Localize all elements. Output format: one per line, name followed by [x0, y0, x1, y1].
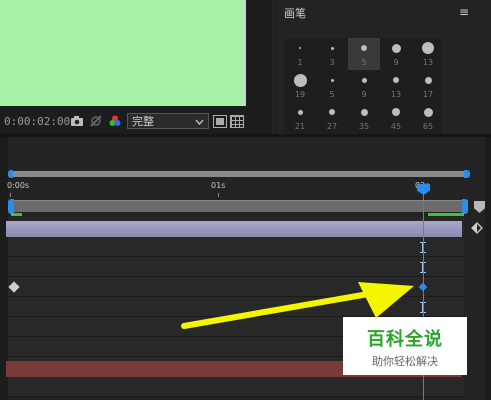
brush-dot — [393, 77, 399, 83]
region-of-interest-icon[interactable] — [213, 114, 227, 128]
current-timecode[interactable]: 0:00:02:00 — [0, 115, 70, 128]
resolution-value: 完整 — [132, 115, 154, 128]
brush-preset[interactable]: 35 — [348, 102, 380, 134]
brush-dot — [293, 73, 307, 87]
brush-preset[interactable]: 3 — [316, 38, 348, 70]
viewer-toolbar: 0:00:02:00 完整 — [0, 110, 272, 132]
cache-indicator — [428, 213, 464, 216]
brush-preset[interactable]: 65 — [412, 102, 444, 134]
track-row — [8, 257, 464, 277]
brush-preview — [330, 70, 334, 90]
brush-dot — [424, 76, 432, 84]
canvas-edge — [244, 0, 246, 106]
brush-preview — [299, 38, 301, 58]
brush-size-label: 19 — [294, 90, 306, 99]
work-area-end-handle[interactable] — [462, 199, 468, 214]
brush-preview — [361, 70, 367, 90]
time-ruler[interactable]: 0:00s 01s 02s — [7, 177, 470, 199]
brush-size-label: 17 — [422, 90, 434, 99]
brush-dot — [392, 108, 400, 116]
brush-preset[interactable]: 21 — [284, 102, 316, 134]
brush-size-label: 65 — [422, 122, 434, 131]
brush-dot — [330, 78, 334, 82]
watermark-logo: 百科全说 助你轻松解决 — [343, 317, 467, 375]
ruler-label: 01s — [211, 181, 226, 190]
brush-size-label: 45 — [390, 122, 402, 131]
track-row — [8, 237, 464, 257]
brush-preview — [392, 102, 400, 122]
brush-size-label: 13 — [390, 90, 402, 99]
brush-preview — [393, 70, 399, 90]
brush-preset[interactable]: 5 — [316, 70, 348, 102]
ruler-label: 0:00s — [7, 181, 30, 190]
brush-preview — [329, 102, 335, 122]
brush-dot — [329, 109, 335, 115]
show-snapshot-icon[interactable] — [88, 113, 104, 129]
brush-dot — [422, 42, 434, 54]
brush-dot — [299, 47, 301, 49]
watermark-title: 百科全说 — [367, 329, 443, 350]
brush-preset[interactable]: 5 — [348, 38, 380, 70]
brush-dot — [297, 109, 303, 115]
brush-preview — [424, 70, 432, 90]
keyframe-navigator-icon[interactable] — [470, 221, 484, 235]
brush-size-label: 1 — [297, 58, 303, 67]
brush-preview — [360, 102, 368, 122]
composition-canvas[interactable] — [0, 0, 244, 106]
work-area-start-handle[interactable] — [8, 199, 14, 214]
brush-preview — [297, 102, 303, 122]
brush-preset[interactable]: 1 — [284, 38, 316, 70]
brush-dot — [423, 107, 433, 117]
brush-dot — [361, 45, 367, 51]
brush-preview — [293, 70, 307, 90]
brush-size-label: 9 — [393, 58, 399, 67]
brush-dot — [330, 46, 334, 50]
brush-preview — [361, 38, 367, 58]
brush-preview — [391, 38, 401, 58]
composition-viewer: 0:00:02:00 完整 — [0, 0, 272, 134]
comp-end-marker[interactable] — [474, 201, 485, 213]
after-effects-window: 0:00:02:00 完整 画笔 ≡ 1 3 5 9 13 19 5 9 13 17 21 27 35 4… — [0, 0, 491, 400]
brush-preview — [423, 102, 433, 122]
cache-indicator — [11, 213, 22, 216]
brush-preset[interactable]: 13 — [412, 38, 444, 70]
camera-icon[interactable] — [69, 113, 85, 129]
brush-dot — [361, 77, 367, 83]
brush-preset[interactable]: 45 — [380, 102, 412, 134]
brush-preset[interactable]: 17 — [412, 70, 444, 102]
ruler-tick — [218, 193, 219, 197]
transparency-grid-icon[interactable] — [230, 114, 244, 128]
brush-size-label: 13 — [422, 58, 434, 67]
brush-preset[interactable]: 9 — [380, 38, 412, 70]
brush-dot — [360, 108, 368, 116]
watermark-subtitle: 助你轻松解决 — [372, 355, 438, 368]
brush-size-label: 5 — [329, 90, 335, 99]
brush-dot — [391, 43, 401, 53]
brush-size-label: 21 — [294, 122, 306, 131]
brush-preset-grid: 1 3 5 9 13 19 5 9 13 17 21 27 35 45 65 — [284, 38, 442, 134]
brush-preview — [330, 38, 334, 58]
brush-preset[interactable]: 19 — [284, 70, 316, 102]
brush-preset[interactable]: 27 — [316, 102, 348, 134]
brush-preset[interactable]: 13 — [380, 70, 412, 102]
color-channels-icon[interactable] — [107, 113, 123, 129]
panel-title: 画笔 — [284, 7, 306, 20]
brush-size-label: 27 — [326, 122, 338, 131]
track-row — [8, 377, 464, 397]
work-area-bar[interactable] — [9, 200, 468, 212]
brush-size-label: 35 — [358, 122, 370, 131]
brush-size-label: 9 — [361, 90, 367, 99]
chevron-down-icon — [195, 115, 204, 128]
layer-duration-bar[interactable] — [6, 221, 462, 237]
brushes-panel: 画笔 ≡ 1 3 5 9 13 19 5 9 13 17 21 27 35 45 65 — [275, 0, 491, 134]
brush-preset[interactable]: 9 — [348, 70, 380, 102]
brush-size-label: 5 — [361, 58, 367, 67]
brush-preview — [422, 38, 434, 58]
panel-menu-icon[interactable]: ≡ — [459, 5, 469, 19]
resolution-select[interactable]: 完整 — [127, 113, 209, 129]
brush-size-label: 3 — [329, 58, 335, 67]
right-edge-strip — [485, 137, 491, 400]
ruler-tick — [10, 193, 11, 197]
